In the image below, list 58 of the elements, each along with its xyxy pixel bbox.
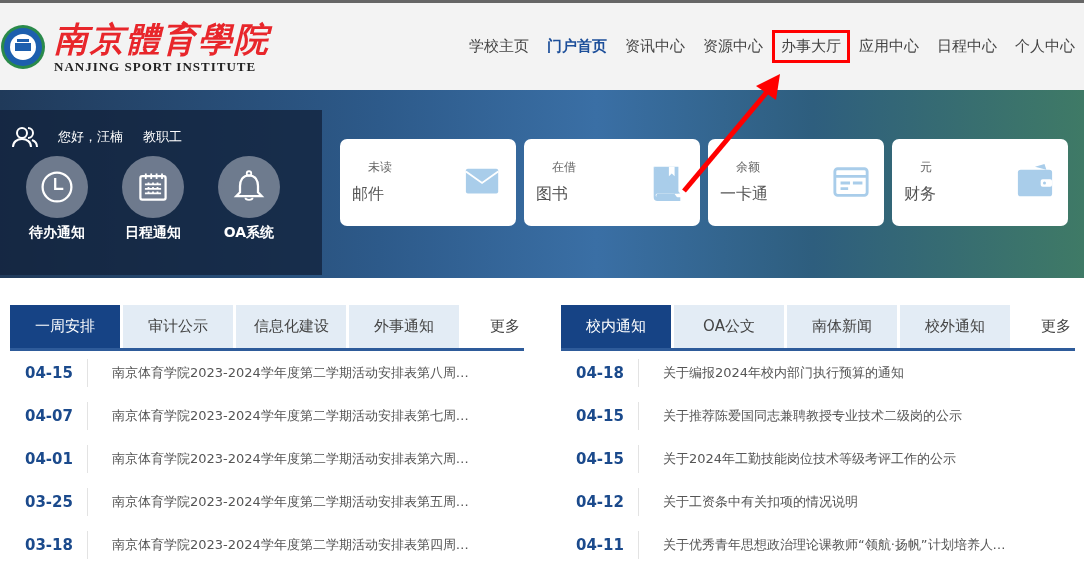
info-card[interactable]: 在借 图书 — [524, 138, 700, 226]
news-link[interactable]: 关于优秀青年思想政治理论课教师“领航·扬帆”计划培养人… — [639, 535, 1006, 554]
tab[interactable]: 信息化建设 — [236, 305, 346, 348]
more-link[interactable]: 更多 — [490, 317, 524, 336]
shortcut-label[interactable]: OA系统 — [223, 224, 275, 242]
news-link[interactable]: 南京体育学院2023-2024学年度第二学期活动安排表第七周… — [88, 406, 469, 425]
nav-link[interactable]: 办事大厅 — [772, 30, 850, 63]
card-title: 邮件 — [352, 184, 385, 205]
user-role: 教职工 — [143, 128, 182, 146]
tab[interactable]: 校内通知 — [561, 305, 671, 348]
nav-link[interactable]: 日程中心 — [928, 30, 1006, 63]
card-caption: 元 — [919, 159, 933, 176]
tab[interactable]: 一周安排 — [10, 305, 120, 348]
news-link[interactable]: 南京体育学院2023-2024学年度第二学期活动安排表第八周… — [88, 363, 469, 382]
news-date: 04-11 — [561, 530, 639, 559]
news-date: 04-15 — [561, 444, 639, 473]
shortcut-label[interactable]: 日程通知 — [125, 224, 181, 242]
shortcut-label[interactable]: 待办通知 — [29, 224, 85, 242]
info-card[interactable]: 未读 邮件 — [340, 138, 516, 226]
news-date: 04-01 — [10, 444, 88, 473]
info-card[interactable]: 余额 一卡通 — [708, 138, 884, 226]
school-name-english: NANJING SPORT INSTITUTE — [54, 58, 258, 75]
tab[interactable]: 校外通知 — [900, 305, 1010, 348]
tab[interactable]: 审计公示 — [123, 305, 233, 348]
news-date: 04-18 — [561, 358, 639, 387]
user-greeting: 您好，汪楠 — [58, 128, 123, 146]
tab[interactable]: OA公文 — [674, 305, 784, 348]
news-date: 04-15 — [561, 401, 639, 430]
tab[interactable]: 南体新闻 — [787, 305, 897, 348]
nav-link[interactable]: 门户首页 — [538, 30, 616, 63]
card-caption: 余额 — [735, 159, 761, 176]
clock-icon — [39, 169, 75, 205]
nav-link[interactable]: 资源中心 — [694, 30, 772, 63]
tab[interactable]: 外事通知 — [349, 305, 459, 348]
news-link[interactable]: 南京体育学院2023-2024学年度第二学期活动安排表第四周… — [88, 535, 469, 554]
news-date: 04-12 — [561, 487, 639, 516]
news-date: 03-18 — [10, 530, 88, 559]
users-icon — [12, 126, 38, 148]
news-date: 03-25 — [10, 487, 88, 516]
nav-link[interactable]: 学校主页 — [460, 30, 538, 63]
card-caption: 在借 — [551, 159, 576, 176]
news-date: 04-07 — [10, 401, 88, 430]
nav-link[interactable]: 应用中心 — [850, 30, 928, 63]
info-card[interactable]: 元 财务 — [892, 138, 1068, 226]
news-link[interactable]: 关于2024年工勤技能岗位技术等级考评工作的公示 — [639, 449, 957, 468]
news-date: 04-15 — [10, 358, 88, 387]
news-link[interactable]: 关于推荐陈爱国同志兼聘教授专业技术二级岗的公示 — [639, 406, 962, 425]
news-link[interactable]: 南京体育学院2023-2024学年度第二学期活动安排表第五周… — [88, 492, 469, 511]
nav-link[interactable]: 个人中心 — [1006, 30, 1084, 63]
news-link[interactable]: 关于编报2024年校内部门执行预算的通知 — [639, 363, 905, 382]
more-link[interactable]: 更多 — [1041, 317, 1075, 336]
card-caption: 未读 — [367, 159, 392, 176]
nav-link[interactable]: 资讯中心 — [616, 30, 694, 63]
news-link[interactable]: 关于工资条中有关扣项的情况说明 — [639, 492, 858, 511]
card-title: 财务 — [904, 184, 936, 205]
news-link[interactable]: 南京体育学院2023-2024学年度第二学期活动安排表第六周… — [88, 449, 469, 468]
card-title: 图书 — [536, 184, 569, 205]
card-title: 一卡通 — [720, 184, 768, 205]
